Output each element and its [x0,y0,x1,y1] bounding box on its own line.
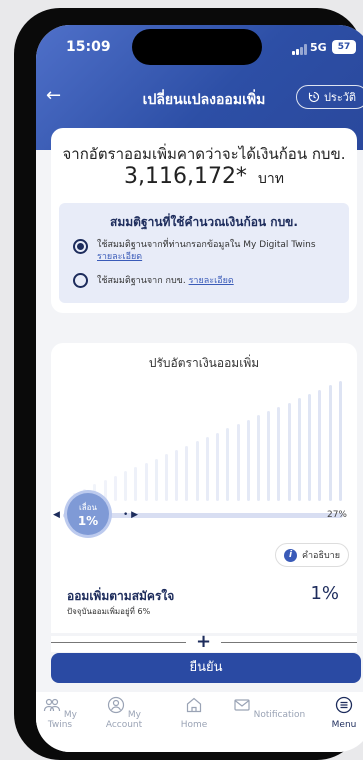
slider-max-label: 27% [326,510,347,520]
user-icon [107,696,125,714]
rate-bar [195,441,199,501]
option2-text: ใช้สมมติฐานจาก กบข. [97,276,186,286]
history-icon [308,91,319,103]
network-type: 5G [310,41,327,54]
voluntary-value: 1% [310,583,339,604]
voluntary-subtitle: ปัจจุบันออมเพิ่มอยู่ที่ 6% [67,607,151,616]
rate-bar [124,471,128,501]
bottom-tab-bar: My Twins My Account Home Notification Me… [36,692,363,752]
estimate-amount: 3,116,172* [123,164,247,189]
slider-value: 1% [77,514,99,528]
estimate-unit: บาท [258,171,285,187]
tab-label: Menu [331,720,357,730]
rate-bar [297,398,301,501]
tab-label: Home [180,720,208,730]
rate-bar [338,381,342,501]
rate-bar [216,433,220,501]
rate-bars [73,381,349,501]
explain-label: คำอธิบาย [301,551,340,561]
option2-detail-link[interactable]: รายละเอียด [189,276,234,286]
estimate-amount-row: 3,116,172* บาท [51,164,357,190]
slider-hint: เลื่อน [79,503,97,512]
plus-divider: + [51,631,357,652]
rate-bar [246,420,250,501]
top-bar: ← เปลี่ยนแปลงออมเพิ่ม ประวัติ [36,83,363,113]
rate-bar [236,424,240,501]
assumption-box: สมมติฐานที่ใช้คำนวณเงินก้อน กบข. ใช้สมมต… [59,203,349,303]
slider-knob[interactable]: เลื่อน 1% [67,493,109,535]
rate-bar [154,459,158,501]
estimate-card: จากอัตราออมเพิ่มคาดว่าจะได้เงินก้อน กบข.… [51,128,357,313]
battery-icon: 57 [332,40,356,54]
assumption-title: สมมติฐานที่ใช้คำนวณเงินก้อน กบข. [110,215,298,229]
rate-bar [328,385,332,501]
rate-bar [318,390,322,501]
history-button[interactable]: ประวัติ [296,85,363,109]
tab-menu[interactable]: Menu [322,696,363,730]
rate-bar [267,411,271,501]
rate-bar [226,428,230,501]
people-icon [43,698,61,712]
plus-icon[interactable]: + [196,631,211,652]
tab-my-twins[interactable]: My Twins [36,696,84,730]
status-time: 15:09 [66,39,111,55]
home-icon [186,697,202,713]
phone-frame: 15:09 5G 57 ← เปลี่ยนแปลงออมเพิ่ม ประวัต… [14,8,363,760]
rate-bar [205,437,209,501]
rate-bar [134,467,138,501]
rate-bar [165,454,168,501]
rate-bar [308,394,312,501]
signal-icon [292,44,308,55]
tab-label: Notification [253,710,306,720]
mail-icon [234,699,250,711]
rate-bar [103,480,107,501]
rate-bar [144,463,148,501]
rate-bar [287,403,291,501]
tab-notification[interactable]: Notification [232,696,306,720]
rate-bar [257,415,260,501]
rate-bar [175,450,179,501]
adjust-card: ปรับอัตราเงินออมเพิ่ม ◀ • • ▶ 27% เลื่อน… [51,343,357,633]
divider-right [221,642,357,643]
history-label: ประวัติ [323,91,357,104]
radio-selected[interactable] [73,239,88,254]
adjust-title: ปรับอัตราเงินออมเพิ่ม [148,356,260,370]
dynamic-island [132,29,262,65]
status-bar: 15:09 5G 57 [36,29,363,65]
rate-bar [277,407,281,501]
tab-home[interactable]: Home [172,696,216,730]
slider-left-arrow-icon[interactable]: ◀ • [53,510,68,520]
slider-right-arrow-icon[interactable]: • ▶ [123,510,138,520]
voluntary-title: ออมเพิ่มตามสมัครใจ [67,589,175,603]
rate-bar [113,476,117,501]
divider-left [51,642,186,643]
info-icon: i [283,548,297,562]
screen: 15:09 5G 57 ← เปลี่ยนแปลงออมเพิ่ม ประวัต… [36,25,363,752]
estimate-label: จากอัตราออมเพิ่มคาดว่าจะได้เงินก้อน กบข. [62,145,346,163]
option1-text: ใช้สมมติฐานจากที่ท่านกรอกข้อมูลใน My Dig… [97,240,316,250]
radio-unselected[interactable] [73,273,88,288]
option1-detail-link[interactable]: รายละเอียด [97,252,142,262]
explain-button[interactable]: i คำอธิบาย [275,543,349,567]
menu-icon [335,696,353,714]
rate-bar [185,446,189,501]
confirm-button[interactable]: ยืนยัน [51,653,361,683]
tab-my-account[interactable]: My Account [92,696,156,730]
